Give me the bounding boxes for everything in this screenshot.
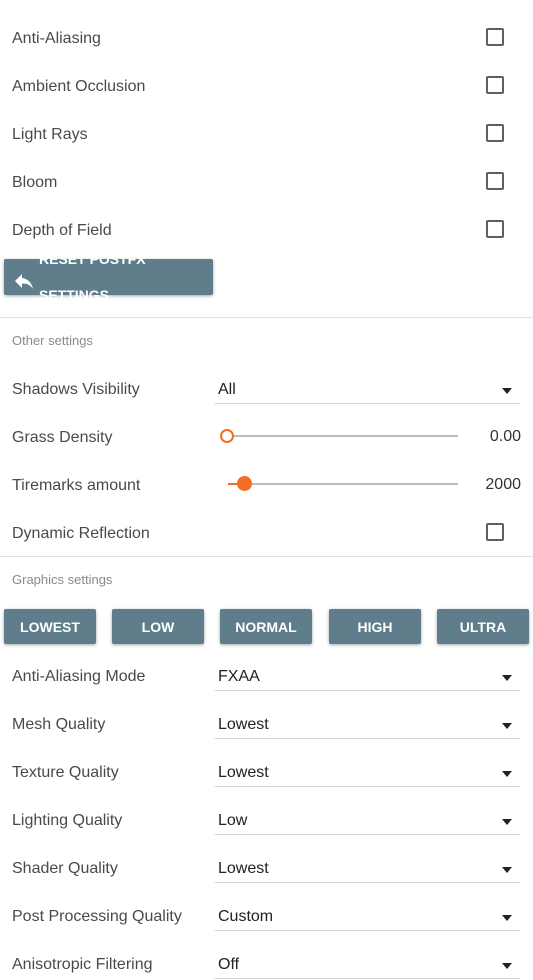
mesh-quality-value: Lowest [218,716,269,733]
anti-aliasing-mode-select[interactable]: FXAA [215,666,520,691]
lighting-quality-value: Low [218,812,248,829]
slider-thumb[interactable] [237,476,253,491]
preset-low-button[interactable]: LOW [112,609,204,644]
tiremarks-amount-label: Tiremarks amount [12,477,141,494]
reset-postfx-button[interactable]: RESET POSTFX SETTINGS [4,251,213,303]
graphics-settings-title: Graphics settings [12,572,113,587]
shader-quality-select[interactable]: Lowest [215,858,520,883]
shader-quality-value: Lowest [218,860,269,877]
bloom-checkbox[interactable] [486,172,504,190]
triangle-down-icon [502,819,512,825]
triangle-down-icon [502,867,512,873]
mesh-quality-select[interactable]: Lowest [215,714,520,739]
dynamic-reflection-label: Dynamic Reflection [12,525,150,542]
slider-thumb[interactable] [220,429,234,443]
anti-aliasing-label: Anti-Aliasing [12,30,101,47]
grass-density-slider[interactable] [220,426,458,446]
section-divider [0,556,533,557]
post-processing-quality-label: Post Processing Quality [12,908,182,925]
triangle-down-icon [502,963,512,969]
triangle-down-icon [502,723,512,729]
tiremarks-amount-slider[interactable] [222,474,458,494]
shadows-visibility-select[interactable]: All [215,379,520,404]
anisotropic-filtering-select[interactable]: Off [215,954,520,979]
slider-track [228,435,458,437]
section-divider [0,317,533,318]
mesh-quality-label: Mesh Quality [12,716,106,733]
triangle-down-icon [502,675,512,681]
grass-density-value: 0.00 [489,428,521,445]
dynamic-reflection-checkbox[interactable] [486,523,504,541]
shadows-visibility-value: All [218,381,236,398]
slider-track [228,483,458,485]
light-rays-checkbox[interactable] [486,124,504,142]
preset-high-button[interactable]: HIGH [329,609,421,644]
lighting-quality-label: Lighting Quality [12,812,123,829]
ambient-occlusion-label: Ambient Occlusion [12,78,146,95]
preset-ultra-button[interactable]: ULTRA [437,609,529,644]
anti-aliasing-mode-value: FXAA [218,668,260,685]
anisotropic-filtering-value: Off [218,956,240,973]
reset-postfx-label: RESET POSTFX SETTINGS [39,251,146,303]
light-rays-label: Light Rays [12,126,88,143]
triangle-down-icon [502,915,512,921]
preset-lowest-button[interactable]: LOWEST [4,609,96,644]
triangle-down-icon [502,388,512,394]
undo-icon [13,268,35,289]
preset-normal-button[interactable]: NORMAL [220,609,312,644]
triangle-down-icon [502,771,512,777]
grass-density-label: Grass Density [12,429,113,446]
post-processing-quality-value: Custom [218,908,274,925]
lighting-quality-select[interactable]: Low [215,810,520,835]
texture-quality-select[interactable]: Lowest [215,762,520,787]
anisotropic-filtering-label: Anisotropic Filtering [12,956,153,973]
anti-aliasing-mode-label: Anti-Aliasing Mode [12,668,146,685]
anti-aliasing-checkbox[interactable] [486,28,504,46]
ambient-occlusion-checkbox[interactable] [486,76,504,94]
other-settings-title: Other settings [12,333,93,348]
tiremarks-amount-value: 2000 [485,476,521,493]
texture-quality-label: Texture Quality [12,764,119,781]
shader-quality-label: Shader Quality [12,860,118,877]
texture-quality-value: Lowest [218,764,269,781]
depth-of-field-label: Depth of Field [12,222,112,239]
post-processing-quality-select[interactable]: Custom [215,906,520,931]
depth-of-field-checkbox[interactable] [486,220,504,238]
bloom-label: Bloom [12,174,58,191]
shadows-visibility-label: Shadows Visibility [12,381,140,398]
